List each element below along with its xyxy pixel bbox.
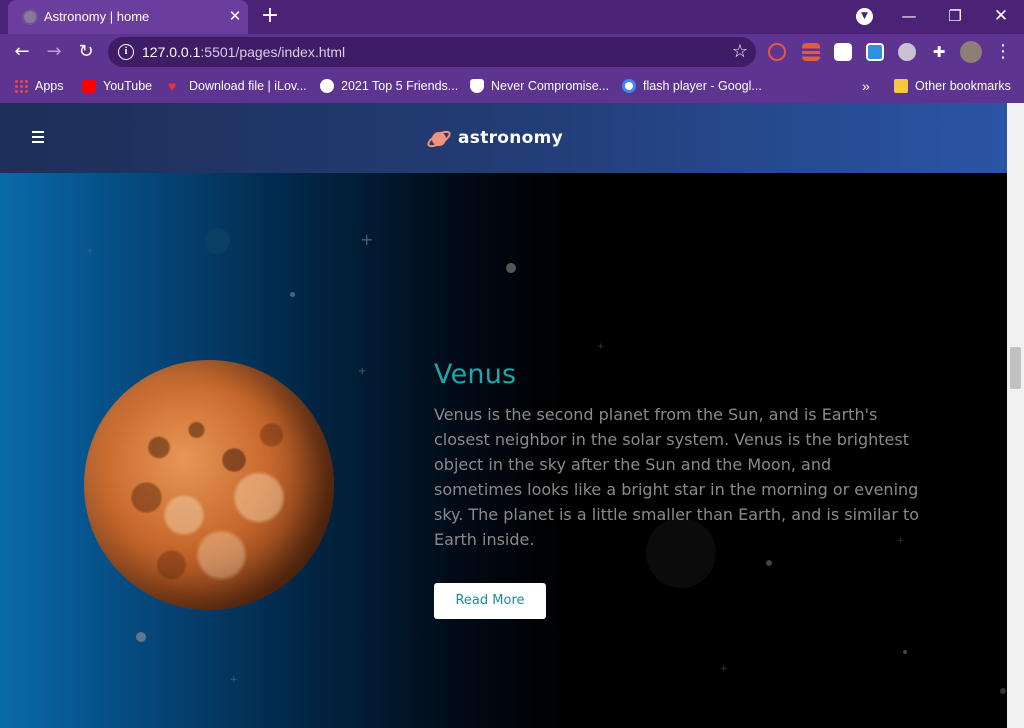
star-decoration: + (230, 675, 238, 685)
star-decoration: + (86, 246, 94, 256)
extension-infinity-icon[interactable] (768, 43, 786, 61)
tab-astronomy-home[interactable]: Astronomy | home ✕ (8, 0, 248, 34)
site-logo[interactable]: astronomy (426, 125, 563, 151)
bookmark-label: YouTube (103, 79, 153, 93)
bookmark-top-5-friends[interactable]: 2021 Top 5 Friends... (320, 76, 458, 96)
planet-logo-icon (427, 130, 451, 148)
planet-title: Venus (434, 359, 517, 390)
url-path: :5501/pages/index.html (200, 44, 346, 60)
tab-strip: Astronomy | home ✕ + ▼ — ❐ ✕ (0, 0, 1024, 34)
close-window-button[interactable]: ✕ (987, 5, 1015, 29)
page-viewport: astronomy + + + + + + + Venus Venus is t… (0, 103, 1007, 728)
extension-cloud-icon[interactable] (834, 43, 852, 61)
extensions-puzzle-icon[interactable]: ✚ (930, 43, 948, 61)
new-tab-button[interactable]: + (258, 5, 282, 29)
bookmark-label: 2021 Top 5 Friends... (341, 79, 459, 93)
read-more-button[interactable]: Read More (434, 583, 546, 619)
bookmark-never-compromise[interactable]: Never Compromise... (470, 76, 609, 96)
google-icon (622, 79, 636, 93)
extension-screenshot-icon[interactable] (866, 43, 884, 61)
star-decoration: + (360, 230, 374, 249)
address-bar[interactable]: i 127.0.0.1:5501/pages/index.html ☆ (108, 37, 756, 67)
url-host: 127.0.0.1 (142, 44, 201, 60)
bookmark-label: Never Compromise... (491, 79, 610, 93)
minimize-button[interactable]: — (895, 5, 923, 29)
star-decoration: + (358, 366, 367, 377)
tab-title: Astronomy | home (44, 9, 150, 24)
bookmark-flash-player[interactable]: flash player - Googl... (622, 76, 762, 96)
youtube-icon (82, 79, 96, 93)
star-decoration (1000, 688, 1006, 694)
globe-icon (22, 9, 38, 25)
restore-button[interactable]: ❐ (941, 5, 969, 29)
site-header: astronomy (0, 103, 1007, 173)
overflow-label: » (862, 78, 870, 94)
folder-icon (894, 79, 908, 93)
page-scrollbar[interactable] (1007, 103, 1024, 728)
bookmark-star-icon[interactable]: ☆ (732, 41, 748, 62)
star-decoration (903, 650, 907, 654)
scrollbar-thumb[interactable] (1010, 347, 1021, 389)
hero-content: Venus Venus is the second planet from th… (434, 358, 934, 619)
star-decoration: + (720, 664, 728, 674)
hamburger-menu-icon[interactable] (32, 131, 44, 146)
globe-icon (320, 79, 334, 93)
planet-description: Venus is the second planet from the Sun,… (434, 405, 920, 549)
extension-lines-icon[interactable] (802, 43, 820, 61)
bookmark-label: Other bookmarks (915, 79, 1011, 93)
back-button[interactable]: ← (10, 40, 34, 64)
reload-button[interactable]: ↻ (74, 40, 98, 64)
forward-button[interactable]: → (42, 40, 66, 64)
bookmark-youtube[interactable]: YouTube (82, 76, 152, 96)
browser-toolbar: ← → ↻ i 127.0.0.1:5501/pages/index.html … (0, 34, 1024, 70)
bookmark-apps[interactable]: Apps (14, 76, 64, 96)
apps-grid-icon (14, 79, 28, 93)
star-decoration (204, 228, 230, 254)
bookmarks-bar: Apps YouTube ♥ Download file | iLov... 2… (0, 70, 1024, 103)
close-icon[interactable]: ✕ (226, 7, 244, 25)
extension-globe-icon[interactable] (898, 43, 916, 61)
bookmarks-overflow-button[interactable]: » (862, 76, 870, 96)
bookmark-label: Apps (35, 79, 64, 93)
star-decoration (136, 632, 146, 642)
venus-planet-image (84, 360, 334, 610)
tab-search-icon[interactable]: ▼ (856, 8, 873, 25)
url-text: 127.0.0.1:5501/pages/index.html (142, 44, 345, 60)
bookmark-label: flash player - Googl... (643, 79, 762, 93)
heart-icon: ♥ (168, 78, 177, 94)
avatar[interactable] (960, 41, 982, 63)
menu-kebab-icon[interactable]: ⋮ (994, 40, 1012, 64)
logo-text: astronomy (458, 128, 564, 148)
other-bookmarks-folder[interactable]: Other bookmarks (894, 76, 1011, 96)
bookmark-download-file[interactable]: ♥ Download file | iLov... (168, 76, 307, 96)
info-icon[interactable]: i (118, 44, 134, 60)
shield-icon (470, 79, 484, 93)
star-decoration (506, 263, 516, 273)
star-decoration (290, 292, 295, 297)
browser-chrome: Astronomy | home ✕ + ▼ — ❐ ✕ ← → ↻ i 127… (0, 0, 1024, 103)
bookmark-label: Download file | iLov... (189, 79, 307, 93)
star-decoration: + (597, 342, 605, 352)
